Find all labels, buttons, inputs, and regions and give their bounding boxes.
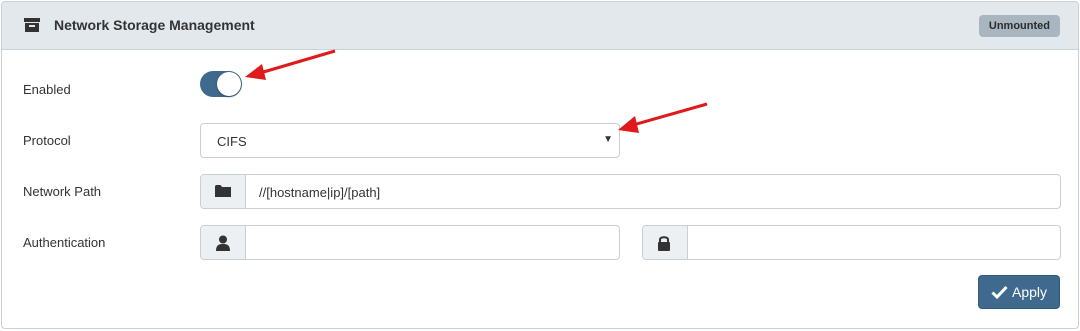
folder-icon: [215, 185, 231, 197]
checkmark-icon: [991, 285, 1008, 299]
protocol-selected-value: CIFS: [217, 134, 247, 149]
status-badge: Unmounted: [978, 15, 1060, 37]
network-path-group: //[hostname|ip]/[path]: [200, 174, 1061, 209]
apply-button[interactable]: Apply: [978, 275, 1060, 309]
username-addon: [201, 226, 246, 259]
panel-title: Network Storage Management: [54, 17, 255, 33]
password-group: [642, 225, 1061, 260]
caret-down-icon: ▼: [603, 134, 613, 145]
password-input[interactable]: [689, 226, 1060, 259]
username-input[interactable]: [247, 226, 619, 259]
network-path-label: Network Path: [23, 184, 102, 199]
apply-label: Apply: [1012, 284, 1048, 300]
panel-header: Network Storage Management Unmounted: [2, 2, 1078, 50]
password-addon: [643, 226, 688, 259]
protocol-label: Protocol: [23, 133, 71, 148]
username-group: [200, 225, 620, 260]
network-path-value: //[hostname|ip]/[path]: [259, 185, 381, 200]
lock-icon: [658, 236, 670, 251]
enabled-label: Enabled: [23, 82, 71, 97]
protocol-select[interactable]: CIFS ▼: [200, 123, 620, 158]
network-path-addon: [201, 175, 246, 208]
toggle-knob: [217, 72, 241, 96]
user-icon: [216, 235, 230, 251]
archive-icon: [24, 17, 40, 33]
enabled-toggle[interactable]: [200, 71, 242, 97]
network-storage-panel: Network Storage Management Unmounted Ena…: [1, 1, 1079, 329]
authentication-label: Authentication: [23, 235, 106, 250]
